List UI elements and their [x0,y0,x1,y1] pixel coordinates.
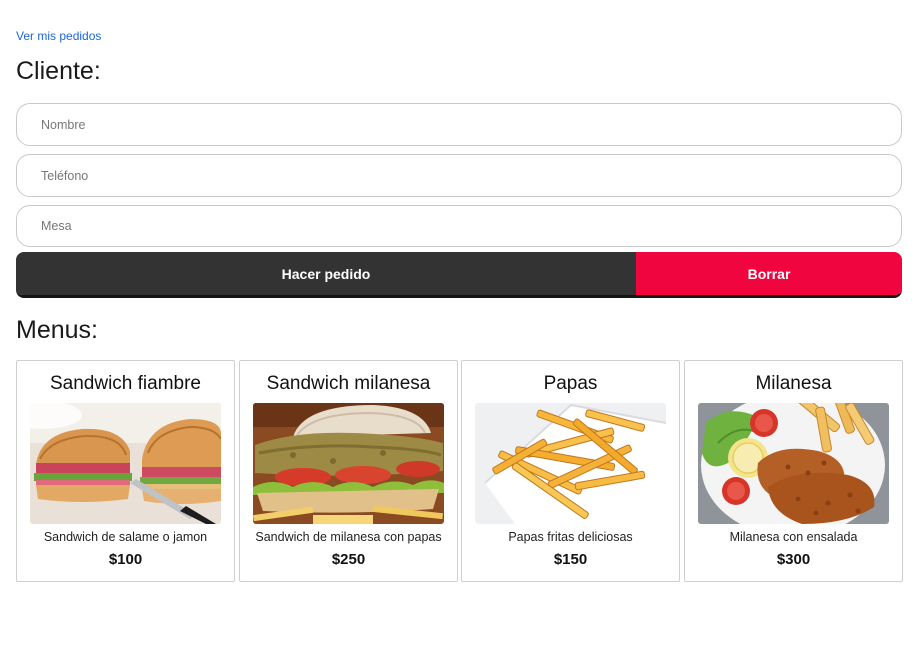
menus-heading: Menus: [16,316,98,344]
client-heading: Cliente: [16,57,101,85]
menu-card-description: Papas fritas deliciosas [508,530,633,544]
menu-card-title: Papas [543,373,598,394]
phone-input[interactable] [16,154,902,197]
action-buttons: Hacer pedido Borrar [16,252,902,298]
menu-card-title: Milanesa [755,373,832,394]
menu-card-title: Sandwich milanesa [266,373,431,394]
menu-card-sandwich-milanesa[interactable]: Sandwich milanesa Sandwich de milanesa c… [239,360,458,582]
menu-card-description: Milanesa con ensalada [729,530,858,544]
menu-card-title: Sandwich fiambre [49,373,202,394]
name-input[interactable] [16,103,902,146]
menu-card-price: $300 [776,551,811,568]
menu-card-description: Sandwich de milanesa con papas [255,530,442,544]
view-orders-link[interactable]: Ver mis pedidos [16,29,101,43]
menu-card-sandwich-fiambre[interactable]: Sandwich fiambre Sandwich de salame o ja… [16,360,235,582]
sandwich-milanesa-image [253,403,444,524]
place-order-button[interactable]: Hacer pedido [16,252,636,295]
table-input[interactable] [16,205,902,247]
menu-card-price: $250 [331,551,366,568]
sandwich-fiambre-image [30,403,221,524]
menu-card-price: $150 [553,551,588,568]
menu-card-description: Sandwich de salame o jamon [43,530,208,544]
papas-image [475,403,666,524]
milanesa-image [698,403,889,524]
menu-card-price: $100 [108,551,143,568]
clear-button[interactable]: Borrar [636,252,902,295]
menu-card-milanesa[interactable]: Milanesa Milanesa con ensalada $300 [684,360,903,582]
menu-card-papas[interactable]: Papas Papas fritas deliciosas $150 [461,360,680,582]
